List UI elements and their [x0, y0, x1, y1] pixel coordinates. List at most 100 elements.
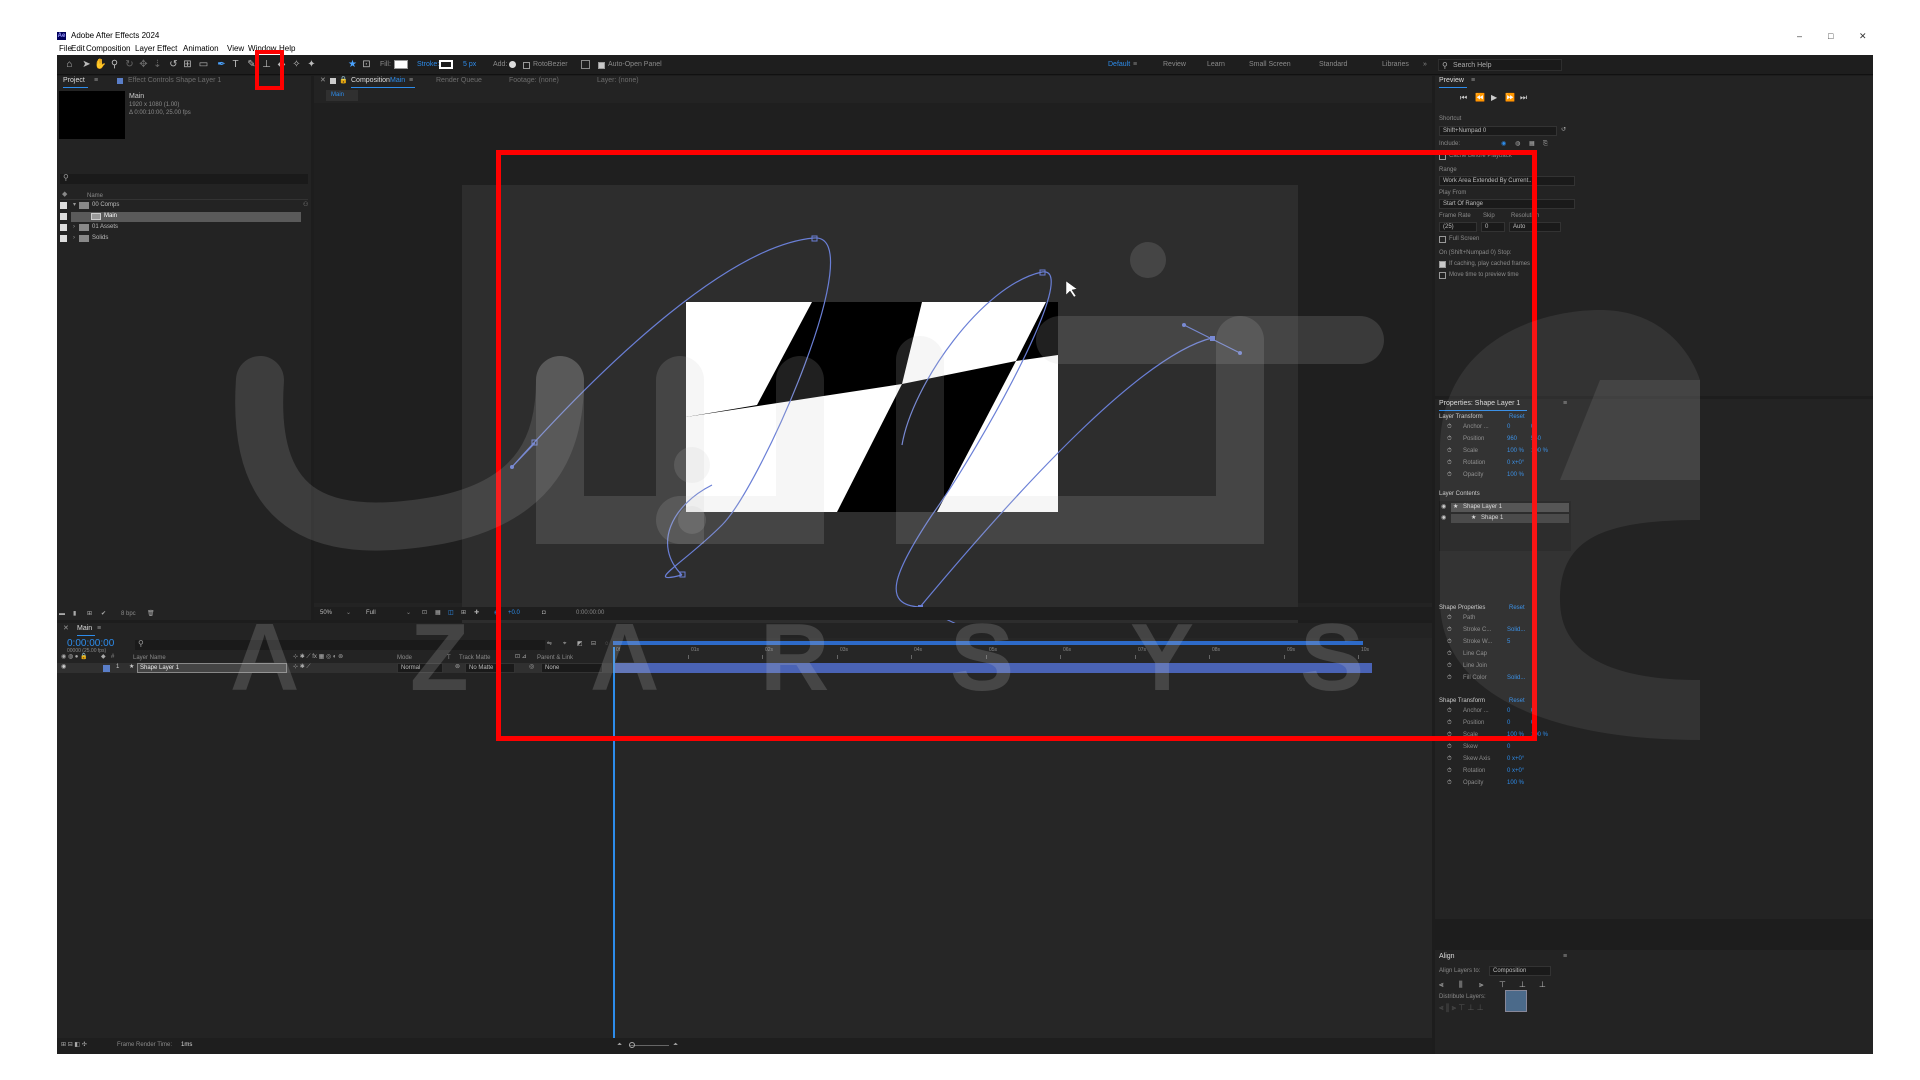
- close-tab-icon[interactable]: ✕: [63, 624, 69, 634]
- orbit-camera-icon[interactable]: ↻: [123, 58, 136, 71]
- selection-tool-icon[interactable]: ➤: [80, 58, 93, 71]
- column-t[interactable]: T: [447, 654, 451, 663]
- zoom-tool-icon[interactable]: ⚲: [108, 58, 121, 71]
- external-output-icon[interactable]: ⎘: [1543, 140, 1548, 149]
- project-item-main[interactable]: Main: [104, 212, 117, 221]
- roto-brush-tool-icon[interactable]: ✧: [290, 58, 303, 71]
- shape-transform-row-value[interactable]: 0: [1507, 743, 1510, 752]
- last-frame-icon[interactable]: ⏭: [1520, 93, 1527, 102]
- preview-menu-icon[interactable]: ≡: [1471, 76, 1475, 86]
- tab-layer[interactable]: Layer: (none): [597, 76, 639, 86]
- timeline-tab-main[interactable]: Main: [77, 624, 92, 634]
- menu-composition[interactable]: Composition: [86, 43, 130, 54]
- fill-swatch[interactable]: [394, 60, 408, 69]
- play-icon[interactable]: ▶: [1491, 93, 1497, 102]
- menu-edit[interactable]: Edit: [71, 43, 85, 54]
- zoom-slider[interactable]: [629, 1045, 669, 1046]
- column-track-matte[interactable]: Track Matte: [459, 654, 490, 663]
- first-frame-icon[interactable]: ⏮: [1460, 93, 1467, 102]
- project-item-solids[interactable]: Solids: [92, 234, 108, 243]
- shape-transform-row-value[interactable]: 0 x+0°: [1507, 767, 1524, 776]
- home-icon[interactable]: ⌂: [63, 58, 76, 71]
- av-features-icons[interactable]: ◉ ◍ ● 🔒: [61, 653, 88, 662]
- close-tab-icon[interactable]: ✕: [320, 76, 326, 86]
- flowchart-icon[interactable]: ⚇: [303, 201, 308, 210]
- collapse-arrow-icon[interactable]: ›: [73, 234, 75, 243]
- maximize-button[interactable]: □: [1828, 30, 1833, 42]
- auto-open-panel-checkbox[interactable]: [598, 62, 605, 69]
- include-audio-icon[interactable]: ◍: [1515, 140, 1520, 149]
- zoom-slider-handle[interactable]: [629, 1042, 635, 1048]
- grid-guides-icon[interactable]: ⊞: [461, 609, 466, 618]
- layer-switches[interactable]: ⊹ ✱ ⟋: [293, 663, 311, 672]
- align-left-icon[interactable]: ⫷: [1439, 980, 1444, 989]
- pan-camera-icon[interactable]: ✥: [137, 58, 150, 71]
- delete-icon[interactable]: 🗑: [147, 610, 155, 619]
- comp-breadcrumb[interactable]: Main: [326, 90, 358, 101]
- channel-icon[interactable]: ✚: [474, 609, 479, 618]
- tab-composition[interactable]: Composition: [351, 76, 390, 86]
- menu-file[interactable]: File: [59, 43, 72, 54]
- rectangle-tool-icon[interactable]: ▭: [197, 58, 210, 71]
- collapse-arrow-icon[interactable]: ›: [73, 223, 75, 232]
- magnification-dropdown[interactable]: 50%: [320, 609, 332, 618]
- preview-title[interactable]: Preview: [1439, 76, 1464, 86]
- project-item-01-assets[interactable]: 01 Assets: [92, 223, 118, 232]
- next-frame-icon[interactable]: ⏩: [1505, 93, 1515, 102]
- zoom-out-icon[interactable]: ⏶: [617, 1041, 622, 1050]
- timeline-search-input[interactable]: ⚲: [135, 639, 545, 650]
- type-tool-icon[interactable]: T: [229, 58, 242, 71]
- stroke-swatch[interactable]: [439, 60, 453, 69]
- align-center-h-icon[interactable]: ⫼: [1459, 980, 1463, 989]
- breadcrumb-main[interactable]: Main: [331, 91, 344, 100]
- label-swatch[interactable]: [60, 202, 67, 209]
- project-item-00-comps[interactable]: 00 Comps: [92, 201, 119, 210]
- interpret-footage-icon[interactable]: ▬: [59, 610, 65, 619]
- menu-layer[interactable]: Layer: [135, 43, 155, 54]
- add-dropdown-icon[interactable]: [509, 61, 516, 68]
- hand-tool-icon[interactable]: ✋: [94, 58, 107, 71]
- search-help-field[interactable]: ⚲ Search Help: [1438, 59, 1562, 71]
- include-video-icon[interactable]: ◉: [1501, 140, 1506, 149]
- timeline-menu-icon[interactable]: ≡: [97, 624, 101, 634]
- shape-transform-row-value[interactable]: 0 x+0°: [1507, 755, 1524, 764]
- project-settings-icon[interactable]: ✔: [101, 610, 106, 619]
- stopwatch-icon[interactable]: ⏱: [1447, 779, 1452, 788]
- pan-behind-tool-icon[interactable]: ⊞: [181, 58, 194, 71]
- menu-view[interactable]: View: [227, 43, 244, 54]
- mask-visibility-icon[interactable]: ◫: [448, 609, 454, 618]
- dolly-camera-icon[interactable]: ⇣: [151, 58, 164, 71]
- footer-toggle-icons[interactable]: ⊞ ⊟ ◧ ✣: [61, 1041, 87, 1050]
- align-title[interactable]: Align: [1439, 952, 1455, 962]
- resolution-dropdown[interactable]: Full: [366, 609, 376, 618]
- workspace-standard[interactable]: Standard: [1319, 59, 1347, 71]
- tab-footage[interactable]: Footage: (none): [509, 76, 559, 86]
- workspace-review[interactable]: Review: [1163, 59, 1186, 71]
- comp-menu-icon[interactable]: ≡: [409, 76, 413, 86]
- more-workspaces-icon[interactable]: »: [1423, 59, 1427, 71]
- pen-tool-icon[interactable]: ✒: [215, 58, 228, 71]
- matte-icon[interactable]: ⊚: [455, 663, 460, 672]
- rotobezier-checkbox[interactable]: [523, 62, 530, 69]
- shape-transform-row-value[interactable]: 100 %: [1507, 779, 1524, 788]
- label-swatch[interactable]: [60, 224, 67, 231]
- project-search-input[interactable]: ⚲: [60, 173, 308, 184]
- workspace-learn[interactable]: Learn: [1207, 59, 1225, 71]
- new-composition-icon[interactable]: ⊞: [87, 610, 92, 619]
- align-center-v-icon[interactable]: ⊥: [1519, 980, 1526, 989]
- layer-visibility-eye-icon[interactable]: ◉: [61, 663, 66, 672]
- tab-composition-name[interactable]: Main: [390, 76, 405, 86]
- layer-mode-dropdown[interactable]: Normal: [397, 663, 443, 673]
- close-button[interactable]: ✕: [1859, 30, 1867, 42]
- stopwatch-icon[interactable]: ⏱: [1447, 767, 1452, 776]
- label-swatch[interactable]: [60, 235, 67, 242]
- align-bottom-icon[interactable]: ⊥: [1539, 980, 1546, 989]
- chevron-down-icon[interactable]: ⌄: [346, 609, 351, 618]
- bit-depth-label[interactable]: 8 bpc: [121, 610, 136, 619]
- snapping-icon[interactable]: [581, 60, 590, 69]
- project-menu-icon[interactable]: ≡: [94, 76, 98, 86]
- column-mode[interactable]: Mode: [397, 654, 412, 663]
- zoom-in-icon[interactable]: ⏶: [673, 1041, 678, 1050]
- menu-effect[interactable]: Effect: [157, 43, 177, 54]
- lock-icon[interactable]: 🔒: [339, 76, 348, 86]
